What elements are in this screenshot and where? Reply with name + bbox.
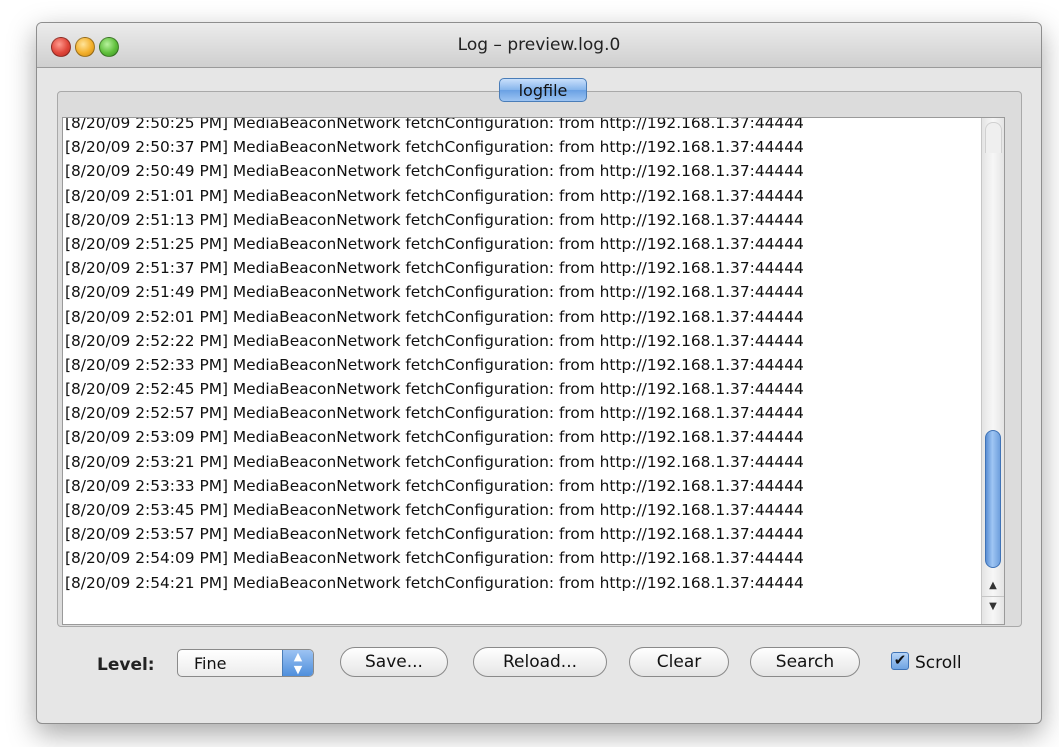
scroll-up-icon[interactable]: ▲ — [982, 576, 1004, 596]
log-line: [8/20/09 2:52:22 PM] MediaBeaconNetwork … — [65, 331, 804, 350]
log-view[interactable]: [8/20/09 2:50:25 PM] MediaBeaconNetwork … — [62, 117, 1005, 625]
log-line: [8/20/09 2:51:37 PM] MediaBeaconNetwork … — [65, 259, 804, 278]
reload-button[interactable]: Reload... — [473, 647, 607, 677]
log-line: [8/20/09 2:52:57 PM] MediaBeaconNetwork … — [65, 404, 804, 423]
log-line: [8/20/09 2:50:37 PM] MediaBeaconNetwork … — [65, 138, 804, 157]
clear-button[interactable]: Clear — [629, 647, 729, 677]
save-button[interactable]: Save... — [340, 647, 448, 677]
checkmark-icon[interactable]: ✔ — [891, 652, 909, 670]
log-line: [8/20/09 2:53:33 PM] MediaBeaconNetwork … — [65, 476, 804, 495]
level-label: Level: — [97, 655, 155, 675]
control-bar: Level: Fine ▲ ▼ Save... Reload... Clear S… — [37, 638, 1041, 693]
window-title: Log – preview.log.0 — [457, 35, 621, 55]
log-line: [8/20/09 2:53:09 PM] MediaBeaconNetwork … — [65, 428, 804, 447]
log-line: [8/20/09 2:52:45 PM] MediaBeaconNetwork … — [65, 380, 804, 399]
log-line: [8/20/09 2:54:21 PM] MediaBeaconNetwork … — [65, 573, 804, 592]
title-bar[interactable]: Log – preview.log.0 — [37, 23, 1041, 68]
log-line: [8/20/09 2:51:49 PM] MediaBeaconNetwork … — [65, 283, 804, 302]
log-line: [8/20/09 2:53:57 PM] MediaBeaconNetwork … — [65, 525, 804, 544]
log-line: [8/20/09 2:50:25 PM] MediaBeaconNetwork … — [65, 117, 804, 132]
log-line: [8/20/09 2:51:01 PM] MediaBeaconNetwork … — [65, 186, 804, 205]
scrollbar-thumb[interactable] — [985, 430, 1001, 568]
scroll-down-icon[interactable]: ▼ — [982, 596, 1004, 617]
log-line: [8/20/09 2:54:09 PM] MediaBeaconNetwork … — [65, 549, 804, 568]
log-window: Log – preview.log.0 logfile [8/20/09 2:5… — [36, 22, 1042, 724]
log-line: [8/20/09 2:50:49 PM] MediaBeaconNetwork … — [65, 162, 804, 181]
scroll-checkbox-label[interactable]: Scroll — [915, 653, 962, 673]
log-line: [8/20/09 2:53:45 PM] MediaBeaconNetwork … — [65, 501, 804, 519]
log-line: [8/20/09 2:51:13 PM] MediaBeaconNetwork … — [65, 210, 804, 229]
updown-arrows-icon[interactable]: ▲ ▼ — [282, 650, 313, 676]
log-line: [8/20/09 2:52:01 PM] MediaBeaconNetwork … — [65, 307, 804, 326]
level-select-value: Fine — [194, 654, 227, 673]
log-line: [8/20/09 2:52:33 PM] MediaBeaconNetwork … — [65, 355, 804, 374]
search-button[interactable]: Search — [750, 647, 860, 677]
vertical-scrollbar[interactable]: ▲ ▼ — [981, 118, 1004, 624]
level-select[interactable]: Fine ▲ ▼ — [177, 649, 314, 677]
tab-logfile[interactable]: logfile — [499, 78, 587, 102]
scrollbar-track-cap — [985, 122, 1002, 153]
log-line: [8/20/09 2:53:21 PM] MediaBeaconNetwork … — [65, 452, 804, 471]
log-line: [8/20/09 2:51:25 PM] MediaBeaconNetwork … — [65, 234, 804, 253]
log-lines: [8/20/09 2:50:25 PM] MediaBeaconNetwork … — [65, 117, 991, 595]
